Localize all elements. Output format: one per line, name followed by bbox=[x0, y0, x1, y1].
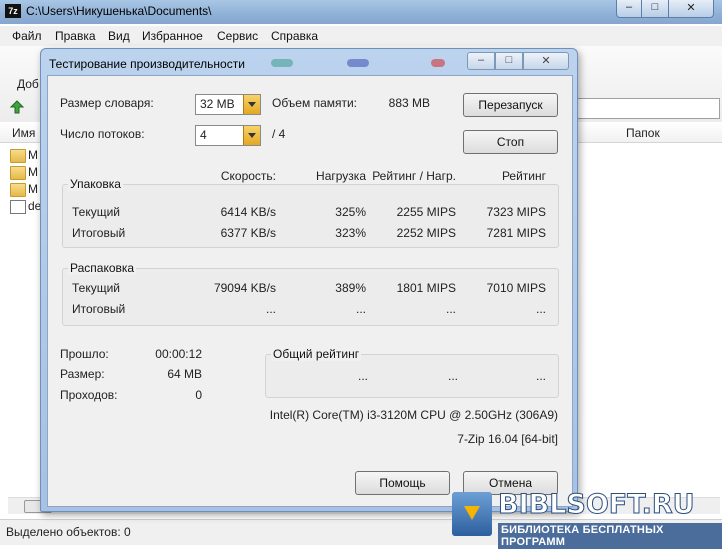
memory-label: Объем памяти: bbox=[272, 96, 358, 110]
passes-value: 0 bbox=[195, 388, 202, 402]
packing-total-load: 323% bbox=[335, 226, 366, 240]
menu-view[interactable]: Вид bbox=[108, 29, 130, 43]
list-item-name: M bbox=[28, 148, 38, 162]
packing-current-speed: 6414 KB/s bbox=[220, 205, 276, 219]
watermark-name: BIBLSOFT.RU bbox=[498, 489, 696, 521]
benchmark-dialog: Тестирование производительности – □ ✕ Ра… bbox=[40, 48, 578, 512]
maximize-icon: □ bbox=[651, 1, 659, 13]
passes-label: Проходов: bbox=[60, 388, 118, 402]
packing-current-rating-load: 2255 MIPS bbox=[396, 205, 456, 219]
folder-icon bbox=[10, 166, 26, 180]
total-rating-rating: ... bbox=[535, 369, 546, 383]
dialog-body: Размер словаря: 32 MB Объем памяти: 883 … bbox=[47, 75, 573, 507]
minimize-icon: – bbox=[625, 1, 633, 13]
packing-total-rating-load: 2252 MIPS bbox=[396, 226, 456, 240]
ghost-forward-icon bbox=[347, 59, 369, 67]
folder-icon bbox=[10, 149, 26, 163]
unpacking-current-speed: 79094 KB/s bbox=[213, 281, 276, 295]
window-title: C:\Users\Никушенька\Documents\ bbox=[26, 4, 212, 18]
total-rating-load: ... bbox=[357, 369, 368, 383]
packing-total-label: Итоговый bbox=[72, 226, 126, 240]
status-text: Выделено объектов: 0 bbox=[6, 525, 131, 539]
packing-current-label: Текущий bbox=[72, 205, 120, 219]
column-name[interactable]: Имя bbox=[12, 126, 35, 140]
ghost-back-icon bbox=[271, 59, 293, 67]
dict-size-value: 32 MB bbox=[200, 97, 235, 111]
dialog-minimize-button[interactable]: – bbox=[467, 52, 495, 70]
unpacking-current-rating: 7010 MIPS bbox=[486, 281, 546, 295]
folder-up-icon[interactable] bbox=[10, 100, 24, 114]
close-button[interactable]: ✕ bbox=[668, 0, 714, 18]
title-bar[interactable]: 7z C:\Users\Никушенька\Documents\ – □ ✕ bbox=[0, 0, 722, 24]
stop-button[interactable]: Стоп bbox=[463, 130, 558, 154]
menu-favorites[interactable]: Избранное bbox=[142, 29, 203, 43]
version-info: 7-Zip 16.04 [64-bit] bbox=[457, 432, 558, 446]
chevron-down-icon[interactable] bbox=[243, 126, 260, 145]
total-rating-title: Общий рейтинг bbox=[271, 347, 362, 361]
watermark-subtitle: БИБЛИОТЕКА БЕСПЛАТНЫХ ПРОГРАММ bbox=[498, 523, 722, 549]
add-button[interactable]: Доб bbox=[17, 77, 39, 91]
threads-value: 4 bbox=[200, 128, 207, 142]
col-load: Нагрузка bbox=[316, 169, 366, 183]
minimize-icon: – bbox=[477, 54, 485, 66]
col-rating-load: Рейтинг / Нагр. bbox=[372, 169, 456, 183]
list-item-name: M bbox=[28, 182, 38, 196]
chevron-down-icon[interactable] bbox=[243, 95, 260, 114]
unpacking-total-rating-load: ... bbox=[445, 302, 456, 316]
unpacking-title: Распаковка bbox=[68, 261, 137, 275]
menu-tools[interactable]: Сервис bbox=[217, 29, 258, 43]
threads-label: Число потоков: bbox=[60, 127, 145, 141]
maximize-button[interactable]: □ bbox=[641, 0, 669, 18]
cpu-info: Intel(R) Core(TM) i3-3120M CPU @ 2.50GHz… bbox=[269, 408, 558, 422]
menu-edit[interactable]: Правка bbox=[55, 29, 96, 43]
unpacking-current-label: Текущий bbox=[72, 281, 120, 295]
dialog-maximize-button[interactable]: □ bbox=[495, 52, 523, 70]
unpacking-total-load: ... bbox=[355, 302, 366, 316]
unpacking-group bbox=[62, 268, 559, 326]
threads-select[interactable]: 4 bbox=[195, 125, 261, 146]
memory-value: 883 MB bbox=[388, 96, 430, 110]
maximize-icon: □ bbox=[505, 54, 513, 66]
unpacking-current-rating-load: 1801 MIPS bbox=[396, 281, 456, 295]
download-arrow-icon bbox=[452, 492, 492, 536]
unpacking-total-speed: ... bbox=[265, 302, 276, 316]
minimize-button[interactable]: – bbox=[616, 0, 642, 18]
threads-max: / 4 bbox=[272, 127, 286, 141]
menu-file[interactable]: Файл bbox=[12, 29, 42, 43]
document-icon bbox=[10, 200, 26, 214]
menu-bar: Файл Правка Вид Избранное Сервис Справка bbox=[0, 26, 722, 46]
watermark: BIBLSOFT.RU БИБЛИОТЕКА БЕСПЛАТНЫХ ПРОГРА… bbox=[448, 488, 722, 549]
packing-current-load: 325% bbox=[335, 205, 366, 219]
menu-help[interactable]: Справка bbox=[271, 29, 318, 43]
app-7z-icon: 7z bbox=[5, 4, 21, 18]
unpacking-total-label: Итоговый bbox=[72, 302, 126, 316]
close-icon: ✕ bbox=[686, 2, 696, 14]
elapsed-label: Прошло: bbox=[60, 347, 109, 361]
ghost-delete-icon bbox=[431, 59, 445, 67]
dialog-title: Тестирование производительности bbox=[49, 57, 245, 71]
unpacking-current-load: 389% bbox=[335, 281, 366, 295]
size-value: 64 MB bbox=[167, 367, 202, 381]
col-speed: Скорость: bbox=[220, 169, 276, 183]
dict-size-select[interactable]: 32 MB bbox=[195, 94, 261, 115]
elapsed-value: 00:00:12 bbox=[155, 347, 202, 361]
packing-title: Упаковка bbox=[68, 177, 123, 191]
help-button[interactable]: Помощь bbox=[355, 471, 450, 495]
dict-size-label: Размер словаря: bbox=[60, 96, 154, 110]
list-item-name: M bbox=[28, 165, 38, 179]
column-folders[interactable]: Папок bbox=[626, 126, 660, 140]
packing-total-rating: 7281 MIPS bbox=[486, 226, 546, 240]
close-icon: ✕ bbox=[541, 55, 551, 67]
folder-icon bbox=[10, 183, 26, 197]
restart-button[interactable]: Перезапуск bbox=[463, 93, 558, 117]
total-rating-rating-load: ... bbox=[447, 369, 458, 383]
packing-current-rating: 7323 MIPS bbox=[486, 205, 546, 219]
size-label: Размер: bbox=[60, 367, 105, 381]
col-rating: Рейтинг bbox=[501, 169, 546, 183]
unpacking-total-rating: ... bbox=[535, 302, 546, 316]
packing-total-speed: 6377 KB/s bbox=[220, 226, 276, 240]
dialog-close-button[interactable]: ✕ bbox=[523, 52, 569, 70]
